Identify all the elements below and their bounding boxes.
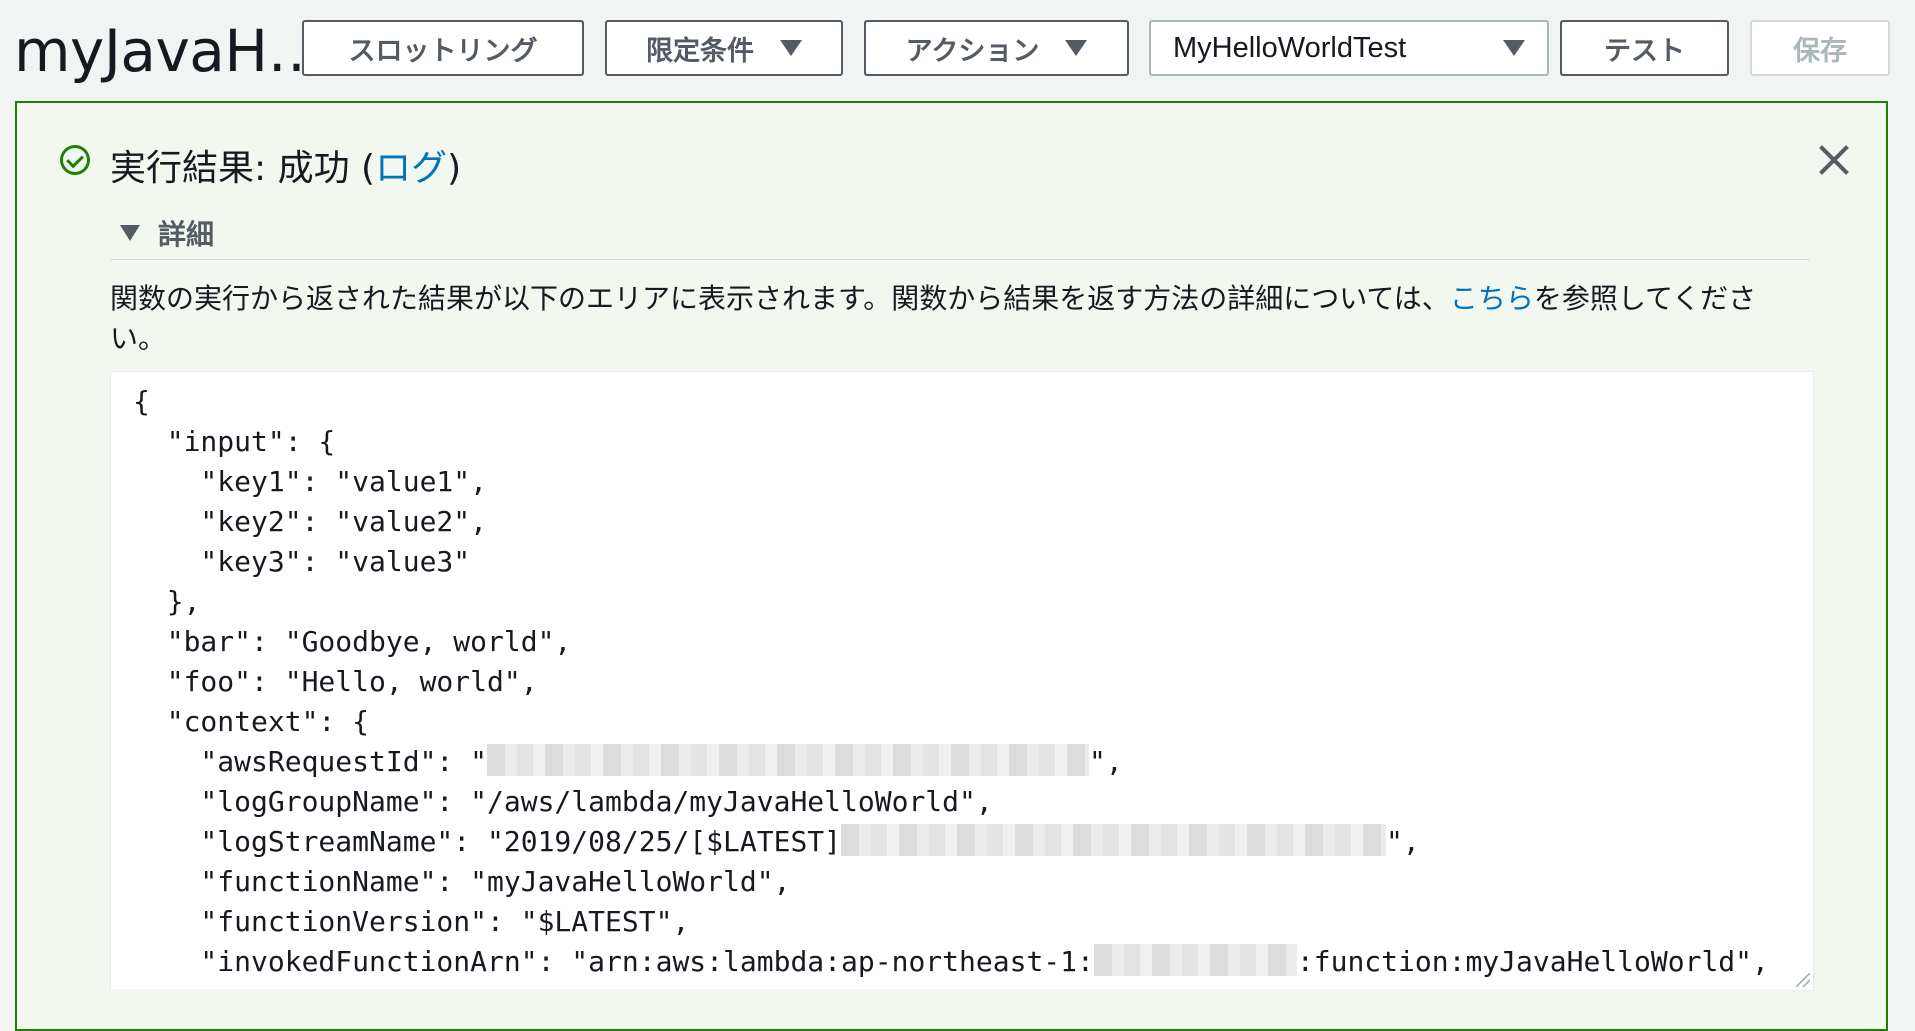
code-line: "foo": "Hello, world",	[133, 665, 538, 698]
code-line-end: ",	[1089, 745, 1123, 778]
redacted-request-id	[487, 744, 1090, 776]
resize-handle-icon[interactable]	[1796, 973, 1810, 987]
actions-dropdown-label: アクション	[905, 35, 1040, 67]
code-line: },	[133, 585, 201, 618]
qualifiers-dropdown-label: 限定条件	[646, 35, 754, 67]
docs-link[interactable]: こちら	[1450, 282, 1534, 315]
code-line: "logGroupName": "/aws/lambda/myJavaHello…	[133, 785, 993, 818]
code-line: "functionVersion": "$LATEST",	[133, 905, 690, 938]
result-output-textarea[interactable]: { "input": { "key1": "value1", "key2": "…	[110, 371, 1814, 991]
actions-dropdown[interactable]: アクション	[864, 20, 1129, 76]
redacted-account-id	[1093, 944, 1297, 976]
code-line: "context": {	[133, 705, 370, 738]
save-button-label: 保存	[1793, 35, 1847, 67]
details-toggle[interactable]: 詳細	[120, 213, 214, 253]
code-line: "invokedFunctionArn": "arn:aws:lambda:ap…	[133, 945, 1094, 978]
throttle-button[interactable]: スロットリング	[302, 20, 584, 76]
test-event-select[interactable]: MyHelloWorldTest	[1149, 20, 1549, 76]
test-button-label: テスト	[1604, 35, 1685, 67]
code-line: "key3": "value3"	[133, 545, 471, 578]
log-link[interactable]: ログ	[375, 148, 447, 189]
result-output-code: { "input": { "key1": "value1", "key2": "…	[111, 372, 1813, 982]
caret-down-icon	[1503, 40, 1525, 56]
code-line: "input": {	[133, 425, 336, 458]
throttle-button-label: スロットリング	[348, 35, 538, 67]
execution-status-close-paren: )	[447, 148, 462, 189]
qualifiers-dropdown[interactable]: 限定条件	[605, 20, 843, 76]
code-line: "logStreamName": "2019/08/25/[$LATEST]	[133, 825, 842, 858]
code-line: "bar": "Goodbye, world",	[133, 625, 572, 658]
caret-down-icon	[1065, 40, 1088, 56]
toolbar: myJavaH… スロットリング 限定条件 アクション MyHelloWorld…	[0, 0, 1915, 98]
result-description-text: 関数の実行から返された結果が以下のエリアに表示されます。関数から結果を返す方法の…	[110, 282, 1450, 315]
redacted-log-stream	[841, 824, 1387, 856]
result-description: 関数の実行から返された結果が以下のエリアに表示されます。関数から結果を返す方法の…	[110, 279, 1810, 359]
caret-down-icon	[780, 40, 802, 56]
execution-status: 実行結果: 成功 (ログ)	[110, 146, 461, 192]
code-line: {	[133, 385, 150, 418]
code-line-end: :function:myJavaHelloWorld",	[1296, 945, 1769, 978]
caret-down-icon	[120, 225, 140, 241]
save-button[interactable]: 保存	[1750, 20, 1890, 76]
code-line: "key2": "value2",	[133, 505, 488, 538]
divider	[110, 259, 1810, 260]
check-circle-icon	[60, 145, 90, 175]
test-event-select-value: MyHelloWorldTest	[1173, 31, 1407, 64]
close-icon[interactable]	[1817, 143, 1851, 177]
execution-result-panel: 実行結果: 成功 (ログ) 詳細 関数の実行から返された結果が以下のエリアに表示…	[15, 101, 1888, 1031]
execution-status-text: 実行結果: 成功 (	[110, 148, 376, 189]
code-line-end: ",	[1386, 825, 1420, 858]
details-label: 詳細	[158, 218, 215, 251]
function-title: myJavaH…	[14, 17, 325, 85]
code-line: "key1": "value1",	[133, 465, 488, 498]
code-line: "awsRequestId": "	[133, 745, 488, 778]
test-button[interactable]: テスト	[1560, 20, 1729, 76]
code-line: "functionName": "myJavaHelloWorld",	[133, 865, 791, 898]
